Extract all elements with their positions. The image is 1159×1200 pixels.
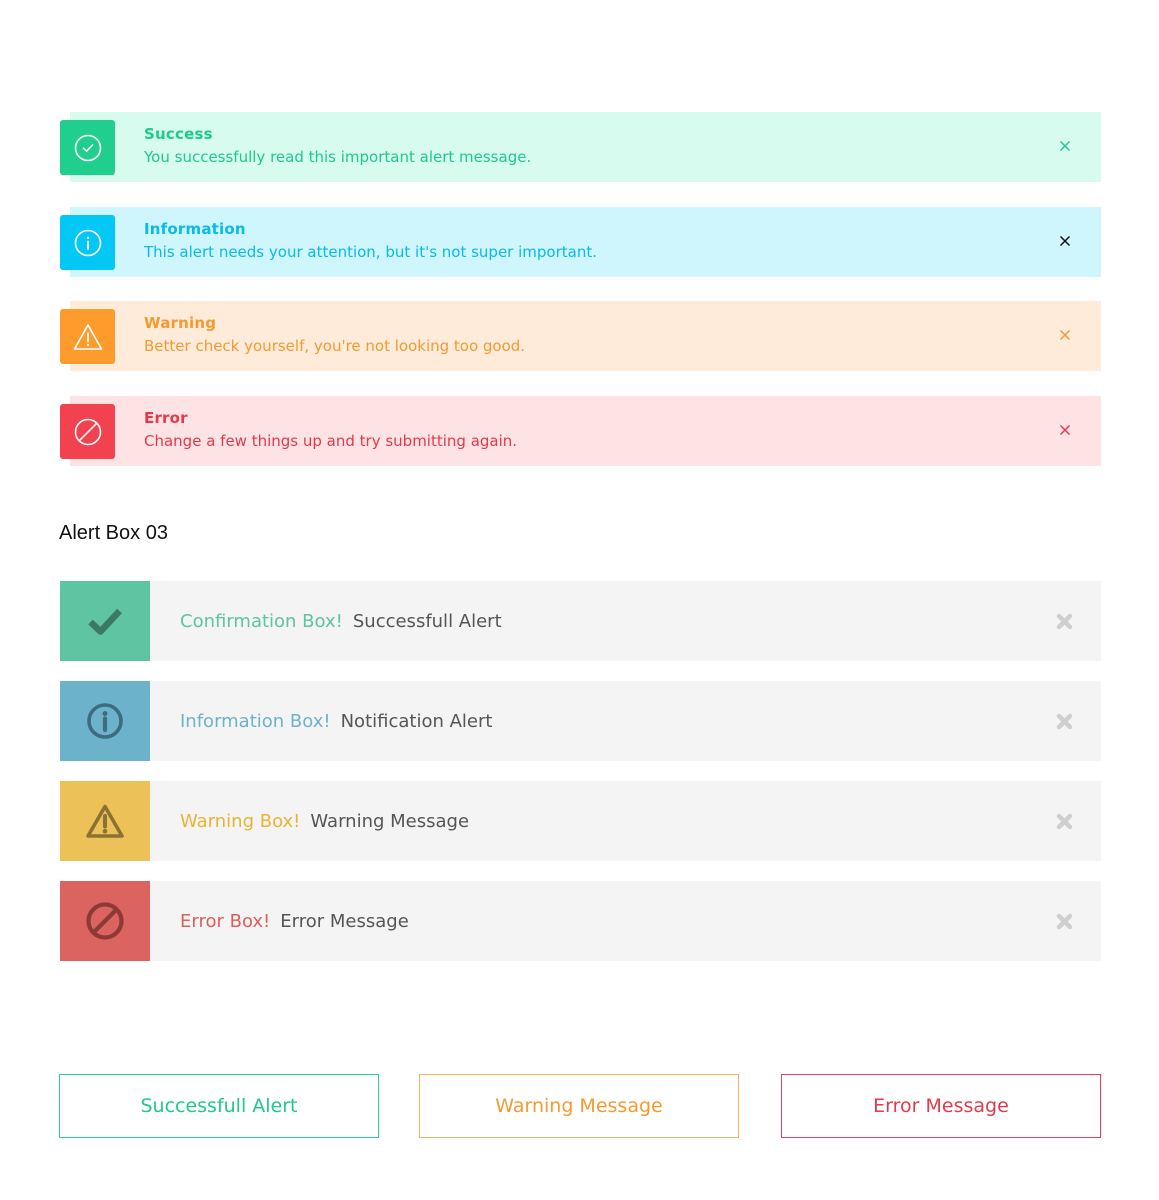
alert-background xyxy=(70,112,1101,182)
alert-body: Notification Alert xyxy=(340,710,493,732)
alert-success: Success You successfully read this impor… xyxy=(60,112,1101,182)
alert-body: Error Message xyxy=(280,910,409,932)
warning-triangle-icon xyxy=(60,309,115,364)
alert-message: This alert needs your attention, but it'… xyxy=(144,243,597,261)
alert-information: Information This alert needs your attent… xyxy=(60,207,1101,277)
alert-warning-box: Warning Box! Warning Message xyxy=(60,781,1101,861)
alert-background xyxy=(70,301,1101,371)
alert-text: Error Box! Error Message xyxy=(180,881,409,961)
alert-message: You successfully read this important ale… xyxy=(144,148,532,166)
alert-title: Information xyxy=(144,220,246,238)
section-title: Alert Box 03 xyxy=(59,522,168,544)
alert-lead: Information Box! xyxy=(180,710,331,732)
error-message-button[interactable]: Error Message xyxy=(781,1074,1101,1138)
close-icon[interactable] xyxy=(1057,233,1073,249)
alert-information-box: Information Box! Notification Alert xyxy=(60,681,1101,761)
alert-error-box: Error Box! Error Message xyxy=(60,881,1101,961)
alert-text: Information Box! Notification Alert xyxy=(180,681,492,761)
alert-text: Confirmation Box! Successfull Alert xyxy=(180,581,502,661)
alert-text: Warning Box! Warning Message xyxy=(180,781,469,861)
close-icon[interactable] xyxy=(1055,812,1073,830)
alert-background xyxy=(70,396,1101,466)
close-icon[interactable] xyxy=(1055,612,1073,630)
info-circle-icon xyxy=(60,681,150,761)
alert-title: Error xyxy=(144,409,188,427)
close-icon[interactable] xyxy=(1057,327,1073,343)
prohibited-icon xyxy=(60,881,150,961)
close-icon[interactable] xyxy=(1057,138,1073,154)
alert-title: Success xyxy=(144,125,213,143)
prohibited-icon xyxy=(60,404,115,459)
alert-confirmation: Confirmation Box! Successfull Alert xyxy=(60,581,1101,661)
alert-message: Change a few things up and try submittin… xyxy=(144,432,518,450)
alert-background xyxy=(70,207,1101,277)
close-icon[interactable] xyxy=(1057,422,1073,438)
alert-warning: Warning Better check yourself, you're no… xyxy=(60,301,1101,371)
alert-error: Error Change a few things up and try sub… xyxy=(60,396,1101,466)
successful-alert-button[interactable]: Successfull Alert xyxy=(59,1074,379,1138)
alert-message: Better check yourself, you're not lookin… xyxy=(144,337,526,355)
close-icon[interactable] xyxy=(1055,912,1073,930)
alert-lead: Confirmation Box! xyxy=(180,610,343,632)
alert-body: Warning Message xyxy=(310,810,470,832)
check-circle-icon xyxy=(60,120,115,175)
checkmark-icon xyxy=(60,581,150,661)
alert-body: Successfull Alert xyxy=(352,610,502,632)
alert-lead: Error Box! xyxy=(180,910,271,932)
alert-lead: Warning Box! xyxy=(180,810,301,832)
alert-title: Warning xyxy=(144,314,217,332)
close-icon[interactable] xyxy=(1055,712,1073,730)
warning-message-button[interactable]: Warning Message xyxy=(419,1074,739,1138)
info-circle-icon xyxy=(60,215,115,270)
warning-triangle-icon xyxy=(60,781,150,861)
